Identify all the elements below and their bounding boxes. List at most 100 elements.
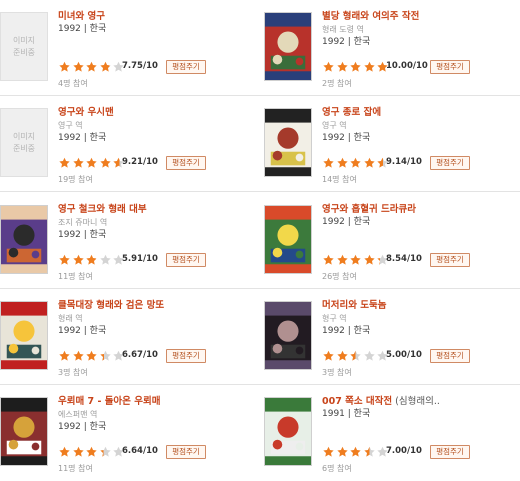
movie-title-link[interactable]: 미녀와 영구 [58,10,258,23]
movie-title[interactable]: 별당 형래와 여의주 작전 [322,11,419,22]
movie-year-country: 1992 | 한국 [58,230,107,240]
star-icon [350,350,361,361]
movie-info: 영구 철크와 형래 대부조지 쥬마니 역 1992 | 한국 [58,203,258,241]
movie-title[interactable]: 영구 철크와 형래 대부 [58,204,147,215]
movie-title-link[interactable]: 영구와 우시맨 [58,106,258,119]
movie-item: 우뢰매 7 - 돌아온 우뢰매 에스퍼맨 역 1992 | 한국 6.64/10 평점주… [0,385,260,481]
rate-button[interactable]: 평점주기 [430,60,470,74]
movie-title-link[interactable]: 영구 종로 잡에 [322,106,520,119]
rate-button[interactable]: 평점주기 [166,445,206,459]
participant-count: 4명 참여 [58,79,88,88]
movie-title[interactable]: 007 쪽소 대작전 [322,396,392,407]
star-icon [99,350,111,361]
movie-item: 별당 형래와 여의주 작전 형래 도령 역 1992 | 한국 10.00/10 평점주… [264,0,520,96]
movie-poster[interactable] [0,301,48,370]
rating-row: 7.75/10 평점주기 [58,60,258,74]
movie-item: 영구와 흡혈귀 드라큐라 1992 | 한국 8.54/10 평점주기 26명 참여 [264,193,520,289]
rate-button[interactable]: 평점주기 [430,253,470,267]
movie-poster[interactable] [264,205,312,274]
star-icon [86,254,97,265]
star-icon [59,157,70,168]
star-rating [322,254,390,266]
rating-score: 9.21/10 [122,157,158,167]
rating-score: 5.00/10 [386,350,422,360]
no-image-placeholder[interactable]: 이미지 준비중 [0,108,48,177]
star-icon [336,350,348,361]
movie-poster[interactable] [0,397,48,466]
movie-row: 영구 철크와 형래 대부조지 쥬마니 역 1992 | 한국 5.91/10 평점주기… [0,193,520,289]
rate-button[interactable]: 평점주기 [430,156,470,170]
movie-poster[interactable] [0,205,48,274]
participant-count: 2명 참여 [322,79,352,88]
rating-score: 8.54/10 [386,254,422,264]
rating-score: 7.00/10 [386,446,422,456]
movie-row: 이미지 준비중 영구와 우시맨 영구 역 1992 | 한국 9.21/10 평점주기 19명… [0,96,520,192]
movie-role: 형래 역 [58,314,83,323]
rating-row: 5.00/10 평점주기 [322,349,520,363]
participant-count: 11명 참여 [58,272,93,281]
movie-title[interactable]: 영구 종로 잡에 [322,107,381,118]
rate-button[interactable]: 평점주기 [166,156,206,170]
rating-row: 6.67/10 평점주기 [58,349,258,363]
star-icon [336,254,348,265]
no-image-label: 준비중 [12,47,36,57]
star-icon [86,350,97,361]
star-icon [59,61,70,72]
movie-title-link[interactable]: 별당 형래와 여의주 작전 [322,10,520,23]
movie-title-link[interactable]: 우뢰매 7 - 돌아온 우뢰매 [58,395,258,408]
movie-poster[interactable] [264,12,312,81]
star-icon [86,446,97,457]
movie-poster[interactable] [264,108,312,177]
rating-score: 7.75/10 [122,61,158,71]
rate-button[interactable]: 평점주기 [166,349,206,363]
movie-info: 007 쪽소 대작전 (심형래의.. 1991 | 한국 [322,395,520,420]
star-icon [72,350,84,361]
movie-title[interactable]: 머저리와 도둑놈 [322,300,387,311]
rate-button[interactable]: 평점주기 [430,445,470,459]
rate-button[interactable]: 평점주기 [166,253,206,267]
participant-count: 14명 참여 [322,175,357,184]
star-icon [86,157,97,168]
movie-item: 영구 종로 잡에 영구 역 1992 | 한국 9.14/10 평점주기 14명 참여 [264,96,520,192]
movie-title[interactable]: 미녀와 영구 [58,11,105,22]
rating-score: 5.91/10 [122,254,158,264]
rating-score: 9.14/10 [386,157,422,167]
star-icon [72,157,84,168]
movie-role: 조지 쥬마니 역 [58,218,108,227]
movie-year-country: 1991 | 한국 [322,409,371,419]
movie-title-link[interactable]: 영구와 흡혈귀 드라큐라 [322,203,520,216]
movie-title-link[interactable]: 머저리와 도둑놈 [322,299,520,312]
movie-info: 미녀와 영구 1992 | 한국 [58,10,258,35]
movie-year-country: 1992 | 한국 [58,133,107,143]
star-rating [58,446,126,458]
no-image-placeholder[interactable]: 이미지 준비중 [0,12,48,81]
movie-poster[interactable] [264,397,312,466]
rating-row: 5.91/10 평점주기 [58,253,258,267]
participant-count: 3명 참여 [322,368,352,377]
star-icon [99,61,111,72]
movie-title-link[interactable]: 영구 철크와 형래 대부 [58,203,258,216]
movie-title-link[interactable]: 007 쪽소 대작전 (심형래의.. [322,395,520,408]
rate-button[interactable]: 평점주기 [430,349,470,363]
rate-button[interactable]: 평점주기 [166,60,206,74]
participant-count: 19명 참여 [58,175,93,184]
movie-title[interactable]: 영구와 우시맨 [58,107,114,118]
movie-title[interactable]: 영구와 흡혈귀 드라큐라 [322,204,416,215]
star-icon [323,350,334,361]
movie-info: 영구와 우시맨 영구 역 1992 | 한국 [58,106,258,144]
movie-title-link[interactable]: 클목대장 형래와 검은 망또 [58,299,258,312]
movie-info: 머저리와 도둑놈 형구 역 1992 | 한국 [322,299,520,337]
star-icon [350,157,361,168]
star-icon [59,254,70,265]
movie-row: 클목대장 형래와 검은 망또 형래 역 1992 | 한국 6.67/10 평점주기 3명… [0,289,520,385]
rating-score: 10.00/10 [386,61,428,71]
rating-row: 8.54/10 평점주기 [322,253,520,267]
movie-title[interactable]: 클목대장 형래와 검은 망또 [58,300,164,311]
movie-title-extra: (심형래의.. [392,396,440,407]
movie-poster[interactable] [264,301,312,370]
participant-count: 11명 참여 [58,464,93,473]
movie-role: 영구 역 [322,121,347,130]
movie-year-country: 1992 | 한국 [58,422,107,432]
movie-title[interactable]: 우뢰매 7 - 돌아온 우뢰매 [58,396,160,407]
movie-year-country: 1992 | 한국 [58,24,107,34]
